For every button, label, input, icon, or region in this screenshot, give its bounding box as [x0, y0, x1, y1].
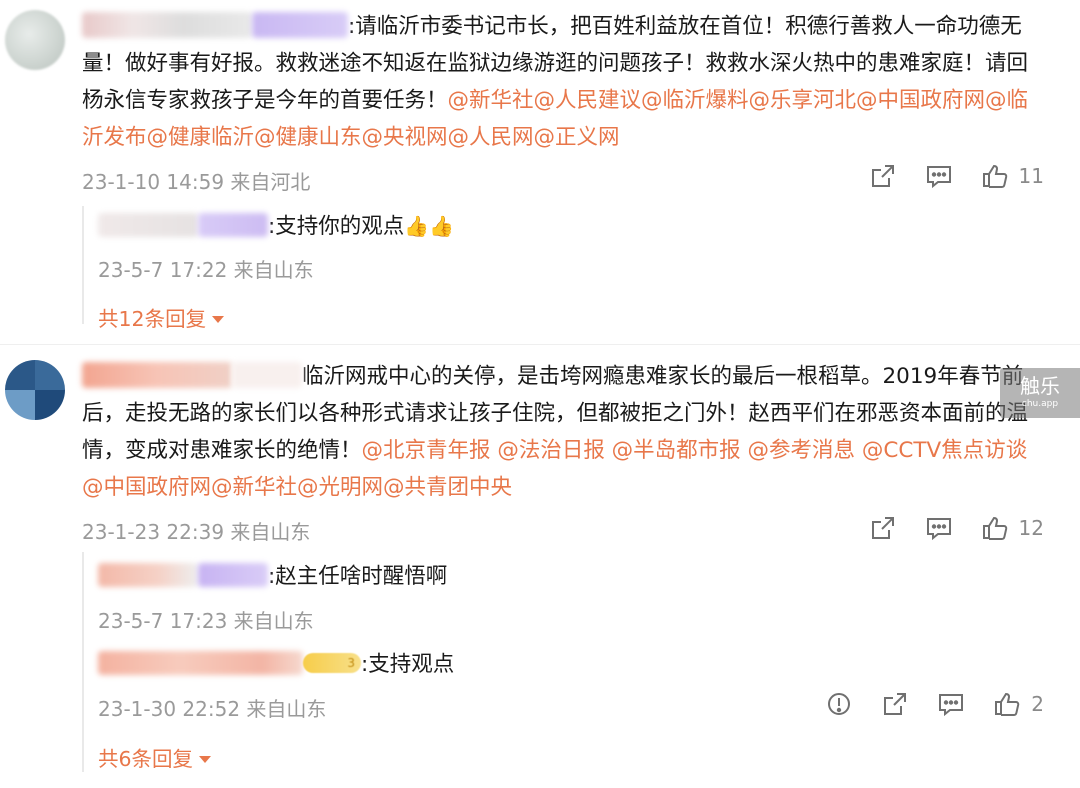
comment-meta: 23-1-23 22:39 来自山东 [82, 520, 311, 544]
thumbs-up-emoji: 👍👍 [404, 214, 455, 238]
comment-actions: 11 [869, 162, 1044, 190]
like-count: 12 [1018, 516, 1044, 540]
share-icon[interactable] [869, 514, 897, 542]
username-redacted[interactable] [198, 213, 268, 237]
reply-item: :赵主任啥时醒悟啊 [98, 561, 447, 593]
username-redacted[interactable] [232, 362, 302, 388]
caret-down-icon [199, 756, 212, 763]
username-redacted[interactable] [252, 12, 348, 38]
reply-meta: 23-1-30 22:52 来自山东 [98, 697, 327, 721]
reply-divider-bar [82, 206, 84, 324]
like-icon [981, 514, 1009, 542]
watermark-title: 触乐 [1020, 374, 1060, 398]
comment-actions: 12 [869, 514, 1044, 542]
comment-text: :请临沂市委书记市长，把百姓利益放在首位！积德行善救人一命功德无量！做好事有好报… [82, 8, 1042, 156]
more-replies-link[interactable]: 共12条回复 [98, 302, 225, 332]
watermark-sub: chu.app [1021, 399, 1059, 409]
more-replies-link[interactable]: 共6条回复 [98, 742, 212, 772]
username-redacted[interactable] [82, 12, 252, 38]
username-redacted[interactable] [98, 651, 303, 675]
more-replies-label: 共6条回复 [98, 747, 194, 771]
username-redacted[interactable] [98, 213, 198, 237]
username-redacted[interactable] [98, 563, 198, 587]
reply-body: :赵主任啥时醒悟啊 [268, 564, 448, 589]
username-redacted[interactable] [198, 563, 268, 587]
like-button[interactable]: 12 [981, 514, 1044, 542]
reply-body: :支持观点 [361, 652, 455, 677]
caret-down-icon [212, 316, 225, 323]
reply-meta: 23-5-7 17:22 来自山东 [98, 258, 314, 282]
report-icon[interactable] [825, 690, 853, 718]
avatar[interactable] [5, 10, 65, 70]
like-icon [993, 690, 1021, 718]
share-icon[interactable] [881, 690, 909, 718]
reply-item: 3 :支持观点 [98, 649, 454, 681]
like-button[interactable]: 2 [993, 690, 1044, 718]
avatar[interactable] [5, 360, 65, 420]
comment-icon[interactable] [937, 690, 965, 718]
reply-divider-bar [82, 552, 84, 772]
like-icon [981, 162, 1009, 190]
more-replies-label: 共12条回复 [98, 307, 207, 331]
reply-item: :支持你的观点👍👍 [98, 210, 454, 243]
comment-icon[interactable] [925, 514, 953, 542]
reply-meta: 23-5-7 17:23 来自山东 [98, 609, 314, 633]
user-level-badge: 3 [303, 653, 361, 673]
like-button[interactable]: 11 [981, 162, 1044, 190]
comment-divider [0, 344, 1080, 345]
comment-text: 临沂网戒中心的关停，是击垮网瘾患难家长的最后一根稻草。2019年春节前后，走投无… [82, 358, 1042, 506]
like-count: 11 [1018, 164, 1044, 188]
username-redacted[interactable] [82, 362, 232, 388]
comment-icon[interactable] [925, 162, 953, 190]
share-icon[interactable] [869, 162, 897, 190]
reply-body: :支持你的观点 [268, 214, 405, 239]
like-count: 2 [1031, 692, 1044, 716]
reply-actions: 2 [825, 690, 1044, 718]
comment-meta: 23-1-10 14:59 来自河北 [82, 170, 311, 194]
watermark-logo: 触乐 chu.app [1000, 368, 1080, 418]
badge-level: 3 [347, 656, 355, 670]
